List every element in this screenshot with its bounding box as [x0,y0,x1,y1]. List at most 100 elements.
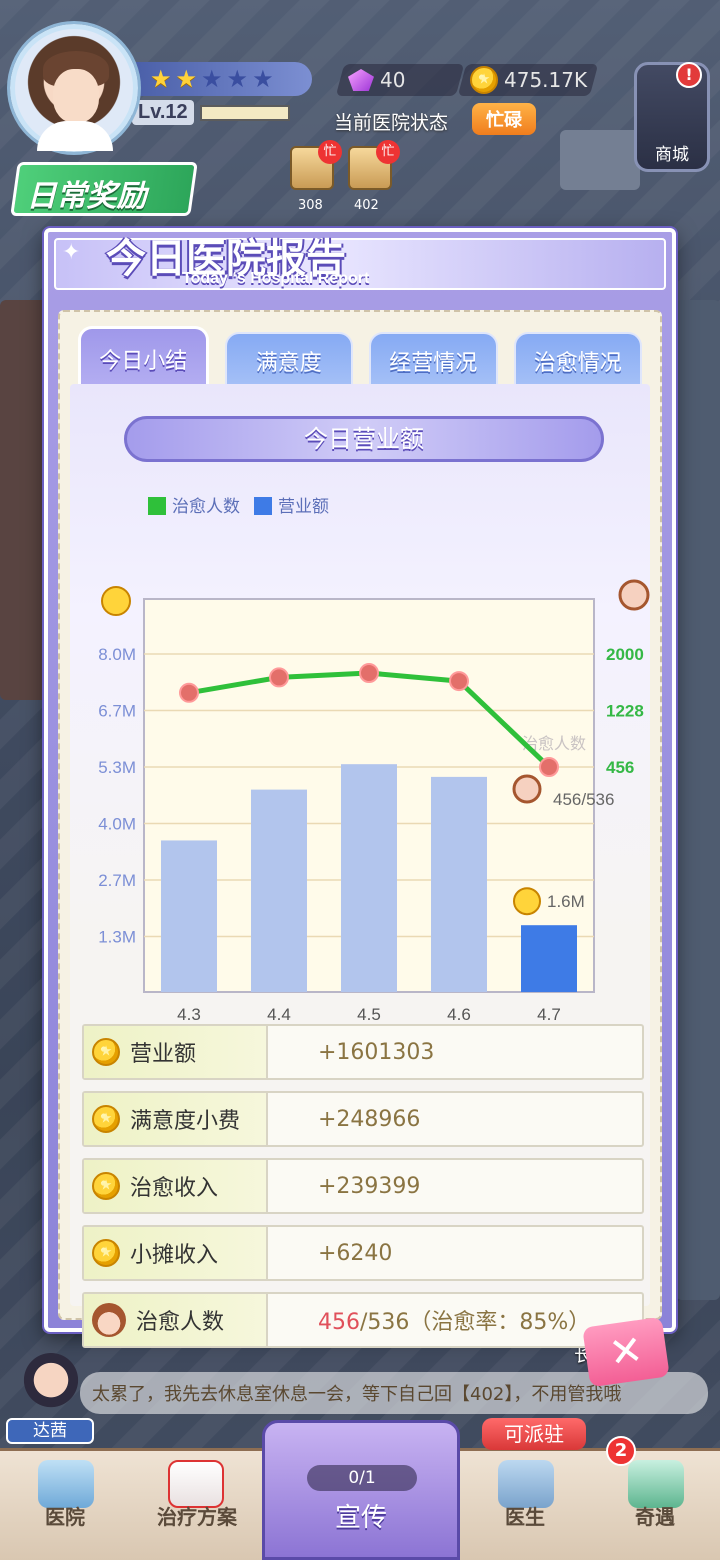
tab-operations[interactable]: 经营情况 [369,332,498,388]
promotion-count: 0/1 [307,1465,417,1491]
coin-icon [513,887,541,916]
cured-point [449,671,469,692]
summary-row: 小摊收入 +6240 [82,1225,644,1281]
coin-counter[interactable]: 475.17K [457,64,599,96]
left-tick-label: 2.7M [98,871,136,890]
gem-counter[interactable]: 40 [335,64,465,96]
nav-treatment-plan[interactable]: 治疗方案 [132,1501,262,1530]
player-avatar[interactable] [10,24,138,152]
left-tick-label: 1.3M [98,928,136,947]
patient-icon [512,774,542,804]
speaker-name: 达茜 [6,1418,94,1444]
level-indicator: Lv.12 [132,100,290,125]
x-tick-label: 4.7 [537,1005,561,1024]
cured-point [359,663,379,684]
revenue-bar [521,925,577,992]
summary-row: 营业额 +1601303 [82,1024,644,1080]
tab-cure-status[interactable]: 治愈情况 [513,332,642,388]
left-tick-label: 5.3M [98,758,136,777]
room-308-number: 308 [298,198,323,213]
right-tick-label: 456 [606,758,634,777]
dialog-text: 太累了，我先去休息室休息一会，等下自己回【402】，不用管我哦 [92,1384,622,1405]
x-tick-label: 4.5 [357,1005,381,1024]
cured-point [179,682,199,703]
hospital-status-badge: 忙碌 [472,103,536,135]
row-value: +6240 [318,1240,393,1266]
revenue-bar [251,789,307,992]
row-value: +1601303 [318,1039,435,1065]
revenue-bar [341,764,397,992]
cure-rate: /536（治愈率：85%） [360,1310,591,1335]
scene-building [560,130,640,190]
right-tick-label: 1228 [606,702,644,721]
x-tick-label: 4.6 [447,1005,471,1024]
right-tick-label: 2000 [606,645,644,664]
star-empty-icon: ★ [226,65,249,93]
coin-icon [92,1172,120,1200]
room-402-icon[interactable]: 忙 [348,140,400,190]
coin-icon [470,66,498,94]
nav-encounter[interactable]: 奇遇 [590,1501,720,1530]
nav-hospital[interactable]: 医院 [0,1501,130,1530]
room-308-icon[interactable]: 忙 [290,140,342,190]
gem-amount: 40 [380,68,406,92]
promotion-button[interactable]: 0/1 宣传 [262,1420,460,1560]
coin-axis-icon [101,586,131,616]
coin-icon [92,1105,120,1133]
shop-label: 商城 [655,145,689,165]
tab-satisfaction[interactable]: 满意度 [224,332,353,388]
scene-corridor [676,300,720,1300]
report-tabs: 今日小结 满意度 经营情况 治愈情况 [78,326,642,388]
x-tick-label: 4.4 [267,1005,291,1024]
star-empty-icon: ★ [201,65,223,93]
shop-alert-icon: ! [676,62,702,88]
gem-icon [348,69,374,91]
cured-count: 456 [318,1310,360,1335]
row-label: 营业额 [130,1042,197,1067]
hospital-report-panel: ✦ 今日医院报告 Today ‘s Hospital Report 今日小结 满… [44,228,676,1348]
nav-doctor[interactable]: 医生 [460,1501,590,1530]
coin-icon [92,1239,120,1267]
row-label: 治愈人数 [136,1310,225,1335]
encounter-count-badge: 2 [606,1436,636,1466]
star-empty-icon: ★ [252,65,274,93]
row-value: +248966 [318,1106,421,1132]
patient-icon [92,1303,126,1337]
dispatch-badge[interactable]: 可派驻 [482,1418,586,1450]
coin-amount: 475.17K [504,68,588,92]
hospital-star-rating: ★ ★ ★ ★ ★ [132,62,312,96]
report-subtitle: Today ‘s Hospital Report [182,270,370,287]
star-filled-icon: ★ [175,65,198,93]
daily-reward-label: 日常奖励 [26,179,147,214]
cure-count-row: 治愈人数 456/536（治愈率：85%） [82,1292,644,1348]
row-label: 治愈收入 [130,1176,219,1201]
star-filled-icon: ★ [150,65,172,93]
summary-row: 满意度小费 +248966 [82,1091,644,1147]
coin-icon [92,1038,120,1066]
summary-row: 治愈收入 +239399 [82,1158,644,1214]
row-label: 小摊收入 [130,1243,219,1268]
cured-point [269,667,289,688]
report-paper: 今日小结 满意度 经营情况 治愈情况 今日营业额 治愈人数 营业额 8.0M 6.… [58,310,662,1348]
tab-daily-summary[interactable]: 今日小结 [78,326,209,388]
hospital-status-label: 当前医院状态 [334,112,449,134]
revenue-bar [161,840,217,992]
patient-axis-icon [618,579,650,611]
close-report-button[interactable]: ✕ [582,1316,670,1388]
level-label: Lv.12 [132,100,194,125]
sparkle-icon: ✦ [62,240,81,265]
cured-point [539,757,559,777]
left-tick-label: 4.0M [98,815,136,834]
revenue-bar [431,776,487,992]
row-label: 满意度小费 [130,1109,241,1134]
scene-wall [0,300,50,700]
report-header: ✦ 今日医院报告 Today ‘s Hospital Report [54,236,666,290]
revenue-section-title: 今日营业额 [124,416,604,462]
row-value: +239399 [318,1173,421,1199]
busy-badge: 忙 [318,140,342,164]
busy-badge: 忙 [376,140,400,164]
daily-reward-button[interactable]: 日常奖励 [10,162,198,216]
summary-table: 营业额 +1601303 满意度小费 +248966 治愈收入 +239399 … [82,1024,644,1359]
row-value: 456/536（治愈率：85%） [268,1304,590,1336]
revenue-chart: 8.0M6.7M5.3M4.0M2.7M1.3M20001228456治愈人数4… [98,579,650,1024]
